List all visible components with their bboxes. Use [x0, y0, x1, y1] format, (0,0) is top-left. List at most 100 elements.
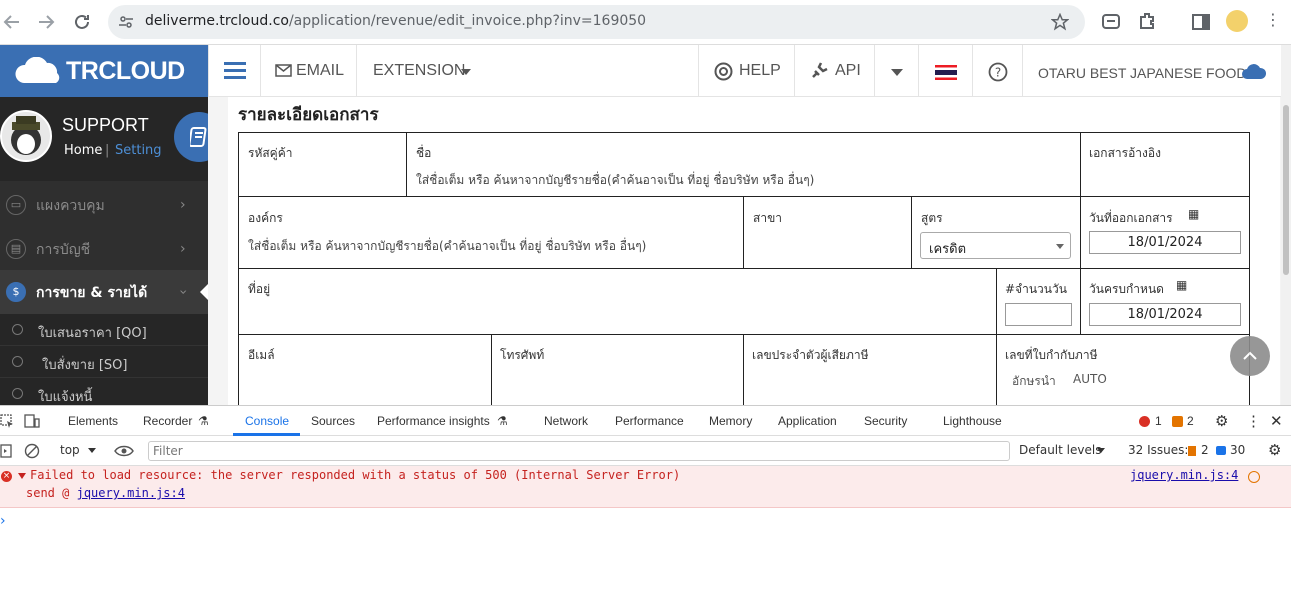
sidebar-subitem-invoice[interactable]: ใบแจ้งหนี้: [0, 378, 208, 405]
back-icon[interactable]: [0, 10, 24, 34]
tab-console[interactable]: Console: [245, 414, 289, 428]
error-count-icon[interactable]: [1139, 416, 1150, 427]
error-icon: ×: [1, 471, 12, 482]
formula-select[interactable]: เครดิต: [920, 232, 1071, 259]
context-select[interactable]: top: [60, 443, 80, 457]
extension-dropdown[interactable]: EXTENSION: [356, 45, 486, 97]
address-bar[interactable]: deliverme.trcloud.co/application/revenue…: [108, 5, 1085, 39]
name-input[interactable]: ใส่ชื่อเต็ม หรือ ค้นหาจากบัญชีรายชื่อ(คำ…: [416, 171, 814, 190]
eye-icon[interactable]: [114, 444, 134, 458]
tab-recorder[interactable]: Recorder: [143, 414, 192, 428]
tab-sources[interactable]: Sources: [311, 414, 355, 428]
more-dropdown-button[interactable]: [874, 45, 918, 97]
question-button[interactable]: ?: [972, 45, 1022, 97]
monitor-icon: ▭: [6, 195, 26, 215]
prefix-value[interactable]: AUTO: [1073, 372, 1107, 386]
ai-explain-icon[interactable]: [1248, 471, 1260, 483]
name-cell[interactable]: ชื่อ ใส่ชื่อเต็ม หรือ ค้นหาจากบัญชีรายชื…: [406, 132, 1081, 197]
avatar[interactable]: [0, 110, 52, 162]
close-devtools-icon[interactable]: ✕: [1270, 412, 1283, 430]
flask-icon: ⚗: [198, 414, 209, 428]
cloud-icon: [1241, 63, 1267, 80]
page-scrollbar-thumb[interactable]: [1283, 105, 1289, 275]
tab-elements[interactable]: Elements: [68, 414, 118, 428]
tab-memory[interactable]: Memory: [709, 414, 752, 428]
phone-label: โทรศัพท์: [500, 348, 545, 362]
inspect-element-icon[interactable]: [0, 414, 14, 428]
profile-avatar-icon[interactable]: [1226, 10, 1248, 32]
email-cell[interactable]: อีเมล์: [238, 334, 492, 405]
tab-security[interactable]: Security: [864, 414, 907, 428]
scroll-to-top-button[interactable]: [1230, 336, 1270, 376]
language-button[interactable]: [918, 45, 972, 97]
sidebar-item-sales-revenue[interactable]: $ การขาย & รายได้ ›: [0, 270, 208, 314]
tab-lighthouse[interactable]: Lighthouse: [943, 414, 1002, 428]
company-button[interactable]: OTARU BEST JAPANESE FOOD: [1022, 45, 1281, 97]
address-cell[interactable]: ที่อยู่: [238, 268, 998, 335]
sidebar-subitem-quotation[interactable]: ใบเสนอราคา [QO]: [0, 314, 208, 346]
page-scrollbar[interactable]: [1281, 45, 1291, 405]
browser-menu-icon[interactable]: ⋮: [1265, 10, 1281, 29]
organization-cell[interactable]: องค์กร ใส่ชื่อเต็ม หรือ ค้นหาจากบัญชีราย…: [238, 196, 745, 269]
clear-console-icon[interactable]: [24, 443, 40, 459]
issues-warning-icon: [1188, 446, 1196, 456]
log-levels-select[interactable]: Default levels: [1019, 443, 1101, 457]
tab-performance[interactable]: Performance: [615, 414, 684, 428]
settings-gear-icon[interactable]: ⚙: [1215, 412, 1228, 430]
warning-count-icon[interactable]: [1172, 416, 1183, 427]
organization-input[interactable]: ใส่ชื่อเต็ม หรือ ค้นหาจากบัญชีรายชื่อ(คำ…: [248, 237, 646, 256]
customer-code-cell[interactable]: รหัสคู่ค้า: [238, 132, 407, 197]
phone-cell[interactable]: โทรศัพท์: [491, 334, 744, 405]
more-options-icon[interactable]: ⋮: [1246, 412, 1261, 430]
expand-triangle-icon[interactable]: [18, 473, 26, 479]
tax-id-cell[interactable]: เลขประจำตัวผู้เสียภาษี: [743, 334, 997, 405]
caret-down-icon: [1056, 244, 1064, 249]
issues-info-count[interactable]: 30: [1230, 443, 1245, 457]
warning-count[interactable]: 2: [1187, 414, 1194, 428]
error-count[interactable]: 1: [1155, 414, 1162, 428]
extensions-puzzle-icon[interactable]: [1138, 11, 1158, 31]
site-info-icon[interactable]: [118, 14, 134, 30]
reload-icon[interactable]: [70, 10, 94, 34]
profile-name: SUPPORT: [62, 115, 149, 135]
error-source-link[interactable]: jquery.min.js:4: [1130, 468, 1238, 482]
issues-label[interactable]: 32 Issues:: [1128, 443, 1188, 457]
book-icon: [190, 126, 208, 148]
tab-network[interactable]: Network: [544, 414, 588, 428]
days-cell: #จำนวนวัน: [996, 268, 1081, 335]
issues-warning-count[interactable]: 2: [1201, 443, 1209, 457]
devtools-tabs: Elements Recorder ⚗ Console Sources Perf…: [0, 406, 1291, 436]
days-input[interactable]: [1005, 303, 1072, 326]
sidebar-subitem-sales-order[interactable]: ใบสั่งขาย [SO]: [0, 346, 208, 378]
side-panel-icon[interactable]: [1191, 12, 1211, 32]
reference-cell[interactable]: เอกสารอ้างอิง: [1080, 132, 1250, 197]
forward-icon[interactable]: [34, 10, 58, 34]
calendar-icon[interactable]: ▦: [1188, 207, 1199, 221]
home-link[interactable]: Home: [64, 143, 102, 158]
device-toolbar-icon[interactable]: [24, 414, 40, 428]
issue-date-input[interactable]: 18/01/2024: [1089, 231, 1241, 254]
sidebar-item-accounting[interactable]: ▤ การบัญชี ›: [0, 227, 208, 271]
branch-cell[interactable]: สาขา: [743, 196, 912, 269]
tab-application[interactable]: Application: [778, 414, 837, 428]
issue-date-cell: วันที่ออกเอกสาร ▦ 18/01/2024: [1080, 196, 1250, 269]
logo[interactable]: TRCLOUD: [0, 45, 208, 97]
bullet-icon: [12, 324, 23, 335]
extension-chat-icon[interactable]: [1101, 12, 1121, 32]
setting-link[interactable]: Setting: [115, 143, 162, 158]
calendar-icon[interactable]: ▦: [1176, 278, 1187, 292]
address-label: ที่อยู่: [248, 282, 271, 296]
console-prompt-caret[interactable]: ›: [0, 513, 6, 529]
tab-performance-insights[interactable]: Performance insights: [377, 414, 490, 428]
error-stack-link[interactable]: jquery.min.js:4: [77, 486, 185, 500]
hamburger-menu-button[interactable]: [208, 45, 260, 97]
console-filter-input[interactable]: Filter: [148, 441, 1010, 461]
sidebar-item-dashboard[interactable]: ▭ แผงควบคุม ›: [0, 183, 208, 227]
email-button[interactable]: EMAIL: [260, 45, 356, 97]
api-button[interactable]: API: [794, 45, 874, 97]
due-date-input[interactable]: 18/01/2024: [1089, 303, 1241, 326]
help-button[interactable]: HELP: [698, 45, 794, 97]
bookmark-star-icon[interactable]: [1051, 13, 1069, 31]
sidebar-toggle-icon[interactable]: [0, 444, 12, 458]
console-settings-icon[interactable]: ⚙: [1268, 441, 1281, 459]
